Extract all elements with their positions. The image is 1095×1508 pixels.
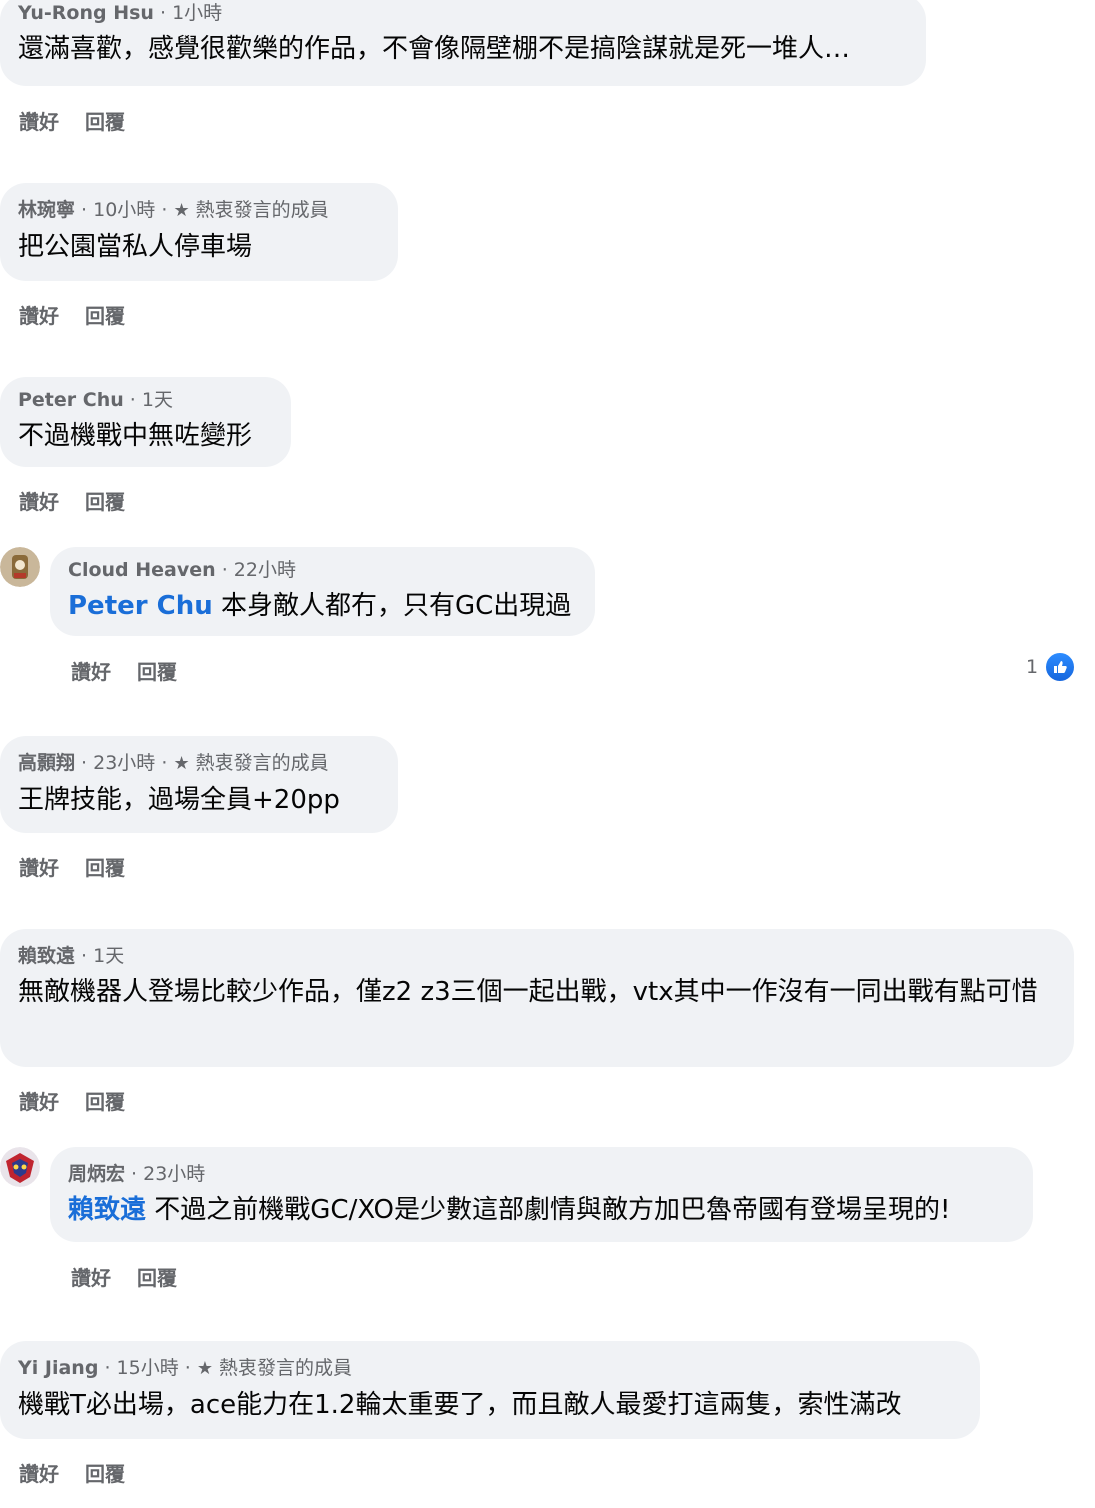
comment-meta: Cloud Heaven · 22小時	[68, 557, 577, 583]
comment-text: Peter Chu 本身敵人都冇，只有GC出現過	[68, 585, 577, 627]
member-badge: 熱衷發言的成員	[219, 1357, 353, 1379]
comment-bubble: 賴致遠 · 1天 無敵機器人登場比較少作品，僅z2 z3三個一起出戰，vtx其中…	[0, 929, 1074, 1067]
comment-time[interactable]: · 22小時	[216, 559, 296, 581]
comment-meta: Yi Jiang · 15小時 · ★ 熱衷發言的成員	[18, 1355, 962, 1382]
comment-meta: 周炳宏 · 23小時	[68, 1161, 1015, 1187]
reaction-count: 1	[1026, 656, 1039, 678]
comment-time[interactable]: · 1小時	[154, 2, 222, 24]
comment-author[interactable]: 高顥翔	[18, 752, 75, 774]
star-icon: ★	[173, 753, 190, 774]
comment-actions: 讚好 回覆	[71, 656, 203, 685]
reply-button[interactable]: 回覆	[85, 1086, 125, 1115]
comment-author[interactable]: Yi Jiang	[18, 1357, 98, 1379]
comment-time[interactable]: · 15小時 ·	[98, 1357, 196, 1379]
comment-time[interactable]: · 23小時 ·	[75, 752, 173, 774]
comment-text: 不過機戰中無咗變形	[18, 421, 253, 451]
comment-meta: Yu-Rong Hsu · 1小時	[18, 0, 908, 26]
comment-author[interactable]: Cloud Heaven	[68, 559, 216, 581]
comment-text: 賴致遠 不過之前機戰GC/XO是少數這部劇情與敵方加巴魯帝國有登場呈現的!	[68, 1189, 1015, 1231]
comment-actions: 讚好 回覆	[19, 300, 151, 329]
like-button[interactable]: 讚好	[71, 1262, 111, 1291]
star-icon: ★	[173, 200, 190, 221]
reply-button[interactable]: 回覆	[85, 106, 125, 135]
comment-body: 不過之前機戰GC/XO是少數這部劇情與敵方加巴魯帝國有登場呈現的!	[146, 1195, 951, 1225]
comment-time[interactable]: · 23小時	[125, 1163, 205, 1185]
like-button[interactable]: 讚好	[19, 1458, 59, 1487]
comment-text: 把公園當私人停車場	[18, 232, 253, 262]
comment-meta: 賴致遠 · 1天	[18, 943, 1056, 969]
comment-author[interactable]: 周炳宏	[68, 1163, 125, 1185]
comment-author[interactable]: Yu-Rong Hsu	[18, 2, 154, 24]
member-badge: 熱衷發言的成員	[195, 199, 329, 221]
comment-bubble: 周炳宏 · 23小時 賴致遠 不過之前機戰GC/XO是少數這部劇情與敵方加巴魯帝…	[50, 1147, 1033, 1242]
comment-bubble: 高顥翔 · 23小時 · ★ 熱衷發言的成員 王牌技能，過場全員+20pp	[0, 736, 398, 833]
comment-text: 無敵機器人登場比較少作品，僅z2 z3三個一起出戰，vtx其中一作沒有一同出戰有…	[18, 977, 1038, 1007]
comment-meta: 林琬寧 · 10小時 · ★ 熱衷發言的成員	[18, 197, 380, 224]
reply-button[interactable]: 回覆	[85, 486, 125, 515]
comment-author[interactable]: Peter Chu	[18, 389, 124, 411]
reply-button[interactable]: 回覆	[137, 1262, 177, 1291]
like-button[interactable]: 讚好	[19, 1086, 59, 1115]
avatar[interactable]	[0, 1147, 40, 1187]
comment-text: 機戰T必出場，ace能力在1.2輪太重要了，而且敵人最愛打這兩隻，索性滿改	[18, 1390, 902, 1420]
comment-time[interactable]: · 1天	[124, 389, 173, 411]
member-badge: 熱衷發言的成員	[195, 752, 329, 774]
reply-button[interactable]: 回覆	[137, 656, 177, 685]
like-button[interactable]: 讚好	[71, 656, 111, 685]
avatar[interactable]	[0, 547, 40, 587]
comment-bubble: Peter Chu · 1天 不過機戰中無咗變形	[0, 377, 291, 467]
comment-bubble: 林琬寧 · 10小時 · ★ 熱衷發言的成員 把公園當私人停車場	[0, 183, 398, 281]
comment-actions: 讚好 回覆	[19, 106, 151, 135]
reply-button[interactable]: 回覆	[85, 852, 125, 881]
comment-body: 本身敵人都冇，只有GC出現過	[212, 591, 572, 621]
reaction-summary[interactable]: 1	[1026, 651, 1077, 683]
reply-button[interactable]: 回覆	[85, 1458, 125, 1487]
comment-bubble: Cloud Heaven · 22小時 Peter Chu 本身敵人都冇，只有G…	[50, 547, 595, 636]
comment-meta: Peter Chu · 1天	[18, 387, 273, 413]
comment-actions: 讚好 回覆	[71, 1262, 203, 1291]
comment-author[interactable]: 賴致遠	[18, 945, 75, 967]
comment-text: 王牌技能，過場全員+20pp	[18, 785, 340, 815]
like-button[interactable]: 讚好	[19, 852, 59, 881]
thumbs-up-icon	[1044, 651, 1077, 683]
star-icon: ★	[196, 1358, 213, 1379]
comment-author[interactable]: 林琬寧	[18, 199, 75, 221]
comment-text: 還滿喜歡，感覺很歡樂的作品，不會像隔壁棚不是搞陰謀就是死一堆人…	[18, 34, 851, 64]
mention-link[interactable]: Peter Chu	[68, 591, 213, 621]
comment-actions: 讚好 回覆	[19, 852, 151, 881]
comment-time[interactable]: · 1天	[75, 945, 124, 967]
like-button[interactable]: 讚好	[19, 486, 59, 515]
comment-meta: 高顥翔 · 23小時 · ★ 熱衷發言的成員	[18, 750, 380, 777]
comment-actions: 讚好 回覆	[19, 1458, 151, 1487]
comment-actions: 讚好 回覆	[19, 486, 151, 515]
comment-time[interactable]: · 10小時 ·	[75, 199, 173, 221]
reply-button[interactable]: 回覆	[85, 300, 125, 329]
like-button[interactable]: 讚好	[19, 300, 59, 329]
comment-bubble: Yu-Rong Hsu · 1小時 還滿喜歡，感覺很歡樂的作品，不會像隔壁棚不是…	[0, 0, 926, 86]
mention-link[interactable]: 賴致遠	[68, 1195, 146, 1225]
like-button[interactable]: 讚好	[19, 106, 59, 135]
comment-bubble: Yi Jiang · 15小時 · ★ 熱衷發言的成員 機戰T必出場，ace能力…	[0, 1341, 980, 1439]
comment-actions: 讚好 回覆	[19, 1086, 151, 1115]
